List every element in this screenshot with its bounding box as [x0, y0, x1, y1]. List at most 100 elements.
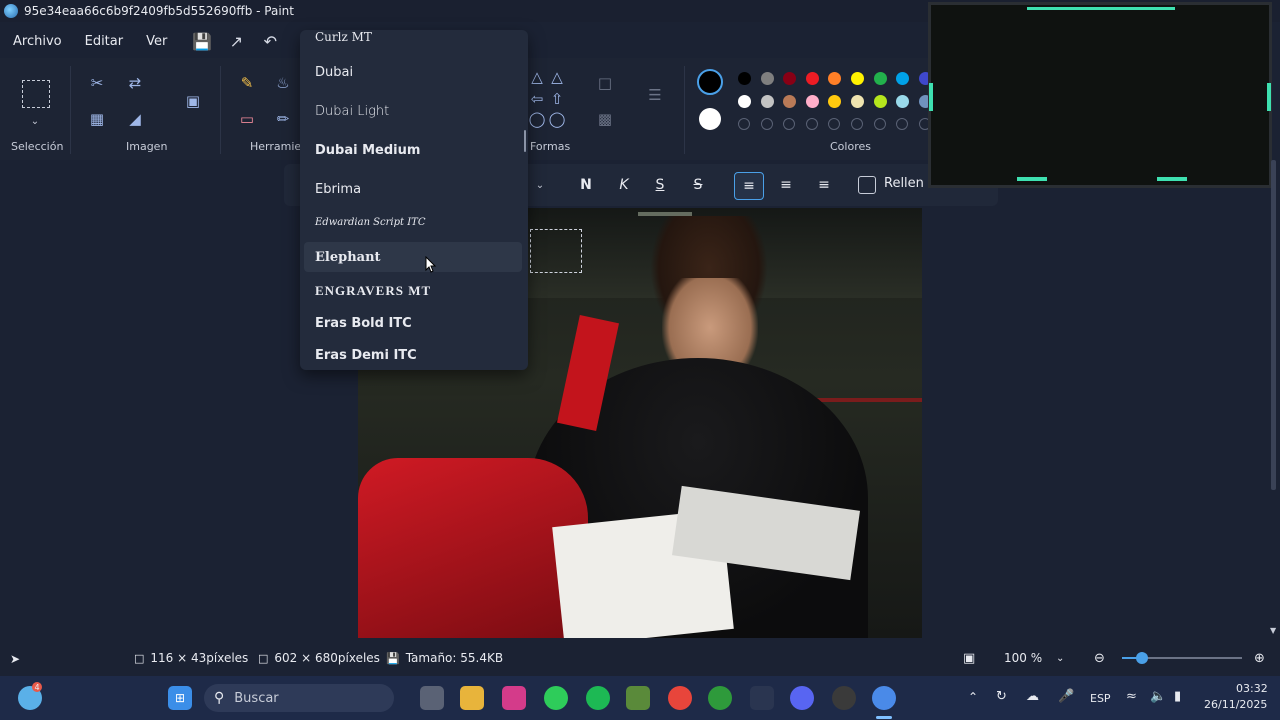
task-view-icon[interactable] — [420, 686, 444, 710]
color-swatch[interactable] — [873, 72, 887, 85]
strikethrough-button[interactable]: S — [684, 172, 712, 198]
font-item[interactable]: ENGRAVERS MT — [300, 277, 522, 305]
color-swatch[interactable] — [805, 72, 819, 85]
custom-color-slot[interactable] — [828, 118, 841, 130]
custom-color-slot[interactable] — [783, 118, 796, 130]
volume-icon[interactable]: 🔈 — [1150, 689, 1166, 704]
xbox-icon[interactable] — [708, 686, 732, 710]
discord-icon[interactable] — [790, 686, 814, 710]
instagram-icon[interactable] — [502, 686, 526, 710]
layers-icon[interactable]: ☰ — [642, 82, 668, 108]
color-swatch[interactable] — [760, 95, 774, 108]
select-all-icon[interactable]: ▦ — [84, 106, 110, 132]
font-item[interactable]: Edwardian Script ITC — [300, 210, 522, 234]
microphone-icon[interactable]: 🎤 — [1058, 689, 1074, 704]
font-item[interactable]: Eras Bold ITC — [300, 309, 522, 337]
eraser-icon[interactable]: ▭ — [234, 106, 260, 132]
dropdown-scrollbar[interactable] — [524, 130, 526, 152]
font-item[interactable]: Curlz MT — [300, 30, 522, 44]
custom-color-slot[interactable] — [851, 118, 863, 130]
crop-icon[interactable]: ✂ — [84, 70, 110, 96]
resize-icon[interactable]: ⇄ — [122, 70, 148, 96]
color-swatch[interactable] — [828, 72, 842, 85]
selection-tool-icon[interactable] — [22, 80, 50, 108]
language-indicator[interactable]: ESP — [1090, 692, 1111, 705]
custom-color-slot[interactable] — [760, 118, 773, 130]
app-icon[interactable] — [832, 686, 856, 710]
zoom-level[interactable]: 100 % — [1004, 651, 1042, 665]
minecraft-icon[interactable] — [626, 686, 650, 710]
windows-start-icon[interactable]: ⊞ — [168, 686, 192, 710]
share-icon[interactable]: ↗ — [219, 27, 253, 55]
spotify-icon[interactable] — [586, 686, 610, 710]
fit-screen-icon[interactable]: ▣ — [963, 651, 975, 666]
color-swatch[interactable] — [760, 72, 774, 85]
color-swatch[interactable] — [851, 95, 864, 108]
underline-button[interactable]: S — [646, 172, 674, 198]
chevron-down-icon[interactable]: ⌄ — [22, 108, 48, 134]
font-item[interactable]: Dubai — [300, 55, 522, 89]
vertical-scrollbar[interactable] — [1271, 160, 1276, 490]
right-triangle-shape-icon[interactable]: △ — [548, 66, 566, 88]
zoom-slider-track[interactable] — [1122, 652, 1242, 664]
custom-color-slot[interactable] — [805, 118, 818, 130]
menu-file[interactable]: Archivo — [3, 34, 72, 49]
text-selection-box[interactable] — [530, 229, 582, 273]
color-swatch[interactable] — [873, 95, 887, 108]
custom-color-slot[interactable] — [738, 118, 750, 130]
save-icon[interactable]: 💾 — [185, 27, 219, 55]
fill-bucket-icon[interactable]: ♨ — [270, 70, 296, 96]
font-size-chevron-icon[interactable]: ⌄ — [526, 172, 554, 198]
primary-color-swatch[interactable] — [697, 69, 723, 95]
steam-icon[interactable] — [750, 686, 774, 710]
tray-chevron-icon[interactable]: ⌃ — [968, 690, 978, 704]
image-transform-icon[interactable]: ▣ — [180, 88, 206, 114]
color-swatch[interactable] — [783, 95, 797, 108]
speech-shape-icon[interactable]: ◯ — [548, 108, 566, 130]
zoom-chevron-icon[interactable]: ⌄ — [1056, 653, 1064, 664]
clock-date[interactable]: 26/11/2025 — [1204, 698, 1267, 711]
clock-time[interactable]: 03:32 — [1236, 682, 1268, 695]
font-item[interactable]: Dubai Medium — [300, 133, 522, 167]
outline-icon[interactable]: □ — [592, 70, 618, 96]
color-swatch[interactable] — [851, 72, 864, 85]
file-explorer-icon[interactable] — [460, 686, 484, 710]
font-item-hovered[interactable]: Elephant — [304, 242, 522, 272]
color-swatch[interactable] — [738, 95, 751, 108]
zoom-slider-thumb[interactable] — [1136, 652, 1148, 664]
arrow-up-shape-icon[interactable]: ⇧ — [548, 88, 566, 110]
color-picker-icon[interactable]: ✏ — [270, 106, 296, 132]
color-swatch[interactable] — [738, 72, 751, 85]
font-item[interactable]: Eras Demi ITC — [300, 341, 522, 369]
sync-icon[interactable]: ↻ — [996, 689, 1007, 704]
color-swatch[interactable] — [783, 72, 797, 85]
scroll-down-icon[interactable]: ▼ — [1270, 626, 1276, 635]
italic-button[interactable]: K — [610, 172, 638, 198]
color-swatch[interactable] — [805, 95, 819, 108]
callout-shape-icon[interactable]: ◯ — [528, 108, 546, 130]
battery-icon[interactable]: ▮ — [1174, 689, 1181, 704]
fill-checkbox[interactable] — [858, 176, 876, 194]
color-swatch[interactable] — [896, 72, 910, 85]
menu-view[interactable]: Ver — [136, 34, 177, 49]
custom-color-slot[interactable] — [873, 118, 886, 130]
shape-fill-icon[interactable]: ▩ — [592, 106, 618, 132]
color-swatch[interactable] — [896, 95, 910, 108]
arrow-shape-icon[interactable]: ⇦ — [528, 88, 546, 110]
secondary-color-swatch[interactable] — [699, 108, 721, 130]
menu-edit[interactable]: Editar — [75, 34, 134, 49]
paint-taskbar-icon[interactable] — [872, 686, 896, 710]
font-item[interactable]: Ebrima — [300, 172, 522, 206]
color-swatch[interactable] — [828, 95, 842, 108]
font-item[interactable]: Dubai Light — [300, 94, 522, 128]
rotate-icon[interactable]: ◢ — [122, 106, 148, 132]
whatsapp-icon[interactable] — [544, 686, 568, 710]
triangle-shape-icon[interactable]: △ — [528, 66, 546, 88]
undo-icon[interactable]: ↶ — [253, 27, 287, 55]
zoom-in-icon[interactable]: ⊕ — [1254, 651, 1265, 666]
pencil-icon[interactable]: ✎ — [234, 70, 260, 96]
align-left-icon[interactable]: ≡ — [734, 172, 764, 200]
search-box[interactable]: ⚲ Buscar — [204, 684, 394, 712]
align-right-icon[interactable]: ≡ — [810, 172, 838, 198]
wifi-icon[interactable]: ≈ — [1126, 689, 1137, 704]
